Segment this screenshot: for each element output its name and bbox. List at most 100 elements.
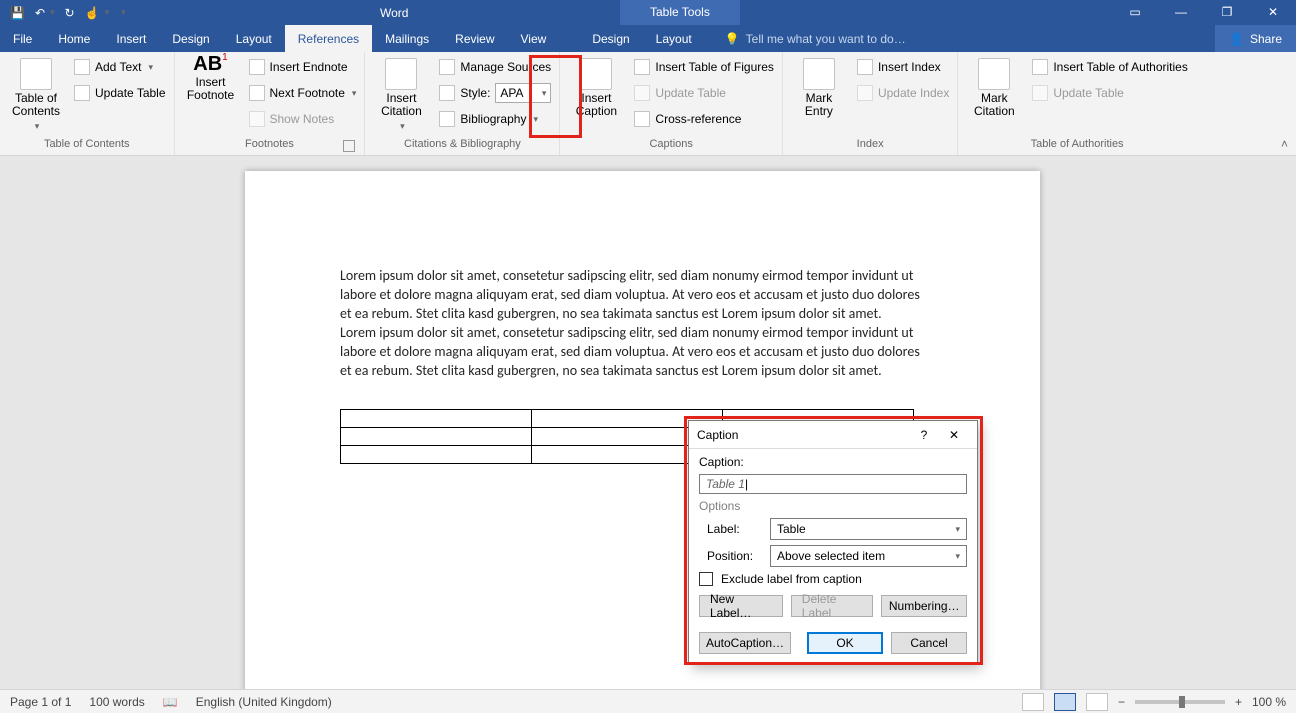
tab-review[interactable]: Review xyxy=(442,25,507,52)
delete-label-button: Delete Label xyxy=(791,595,874,617)
dialog-titlebar[interactable]: Caption ? ✕ xyxy=(689,421,977,449)
web-layout-button[interactable] xyxy=(1086,693,1108,711)
collapse-ribbon-button[interactable]: ˄ xyxy=(1281,137,1288,151)
share-icon: 👤 xyxy=(1229,32,1244,46)
insert-caption-button[interactable]: Insert Caption xyxy=(566,56,626,118)
position-label: Position: xyxy=(707,549,762,563)
exclude-label-checkbox[interactable] xyxy=(699,572,713,586)
cross-ref-icon xyxy=(634,111,650,127)
manage-sources-button[interactable]: Manage Sources xyxy=(437,56,553,78)
caption-input[interactable]: Table 1| xyxy=(699,474,967,494)
footnotes-launcher[interactable] xyxy=(343,140,355,152)
tab-file[interactable]: File xyxy=(0,25,45,52)
show-notes-icon xyxy=(249,111,265,127)
group-label-toa: Table of Authorities xyxy=(964,135,1190,155)
cancel-button[interactable]: Cancel xyxy=(891,632,967,654)
group-captions: Insert Caption Insert Table of Figures U… xyxy=(560,52,783,155)
tell-me-search[interactable]: 💡 Tell me what you want to do… xyxy=(705,25,1215,52)
redo-button[interactable]: ↻ xyxy=(65,6,75,20)
insert-endnote-button[interactable]: Insert Endnote xyxy=(247,56,359,78)
cross-reference-button[interactable]: Cross-reference xyxy=(632,108,776,130)
zoom-level[interactable]: 100 % xyxy=(1252,695,1286,709)
mark-entry-button[interactable]: Mark Entry xyxy=(789,56,849,118)
group-toa: Mark Citation Insert Table of Authoritie… xyxy=(958,52,1196,155)
options-group-label: Options xyxy=(699,499,967,513)
ribbon-display-options-button[interactable]: ▭ xyxy=(1112,0,1158,25)
bibliography-button[interactable]: Bibliography▾ xyxy=(437,108,553,130)
tab-insert[interactable]: Insert xyxy=(103,25,159,52)
share-label: Share xyxy=(1250,32,1282,46)
tab-design[interactable]: Design xyxy=(159,25,222,52)
tab-references[interactable]: References xyxy=(285,25,372,52)
mark-citation-button[interactable]: Mark Citation xyxy=(964,56,1024,118)
ribbon: Table of Contents ▾ Add Text▾ Update Tab… xyxy=(0,52,1296,156)
toc-icon xyxy=(20,58,52,90)
tab-mailings[interactable]: Mailings xyxy=(372,25,442,52)
update-toc-button[interactable]: Update Table xyxy=(72,82,168,104)
mark-citation-icon xyxy=(978,58,1010,90)
bibliography-icon xyxy=(439,111,455,127)
tab-layout[interactable]: Layout xyxy=(223,25,285,52)
update-icon xyxy=(74,85,90,101)
print-layout-button[interactable] xyxy=(1054,693,1076,711)
contextual-tab-title: Table Tools xyxy=(620,0,740,25)
next-footnote-button[interactable]: Next Footnote▾ xyxy=(247,82,359,104)
table-of-contents-button[interactable]: Table of Contents ▾ xyxy=(6,56,66,133)
tab-view[interactable]: View xyxy=(508,25,560,52)
add-text-button[interactable]: Add Text▾ xyxy=(72,56,168,78)
group-toc: Table of Contents ▾ Add Text▾ Update Tab… xyxy=(0,52,175,155)
group-label-toc: Table of Contents xyxy=(6,135,168,155)
tell-me-placeholder: Tell me what you want to do… xyxy=(746,32,906,46)
zoom-slider[interactable] xyxy=(1135,700,1225,704)
dialog-close-button[interactable]: ✕ xyxy=(939,428,969,442)
group-label-footnotes: Footnotes xyxy=(181,135,359,155)
insert-footnote-button[interactable]: AB1 Insert Footnote xyxy=(181,56,241,102)
autocaption-button[interactable]: AutoCaption… xyxy=(699,632,791,654)
tof-icon xyxy=(634,59,650,75)
insert-index-button[interactable]: Insert Index xyxy=(855,56,951,78)
ribbon-tabs: File Home Insert Design Layout Reference… xyxy=(0,25,1296,52)
zoom-out-button[interactable]: − xyxy=(1118,695,1125,709)
dialog-help-button[interactable]: ? xyxy=(909,428,939,442)
proofing-icon[interactable]: 📖 xyxy=(163,695,178,709)
title-bar: 💾 ↶▾ ↻ ☝▾ ▾ Word Table Tools ▭ — ❐ ✕ xyxy=(0,0,1296,25)
numbering-button[interactable]: Numbering… xyxy=(881,595,967,617)
close-button[interactable]: ✕ xyxy=(1250,0,1296,25)
update-index-icon xyxy=(857,85,873,101)
tab-table-layout[interactable]: Layout xyxy=(643,25,705,52)
group-label-captions: Captions xyxy=(566,135,776,155)
insert-index-icon xyxy=(857,59,873,75)
label-label: Label: xyxy=(707,522,762,536)
language-indicator[interactable]: English (United Kingdom) xyxy=(196,695,332,709)
ok-button[interactable]: OK xyxy=(807,632,883,654)
minimize-button[interactable]: — xyxy=(1158,0,1204,25)
label-select[interactable]: Table▾ xyxy=(770,518,967,540)
mark-entry-icon xyxy=(803,58,835,90)
position-select[interactable]: Above selected item▾ xyxy=(770,545,967,567)
share-button[interactable]: 👤 Share xyxy=(1215,25,1296,52)
restore-button[interactable]: ❐ xyxy=(1204,0,1250,25)
caption-field-label: Caption: xyxy=(699,455,967,469)
document-area[interactable]: Lorem ipsum dolor sit amet, consetetur s… xyxy=(0,156,1296,689)
zoom-thumb[interactable] xyxy=(1179,696,1185,708)
insert-citation-button[interactable]: Insert Citation ▾ xyxy=(371,56,431,133)
update-toa-icon xyxy=(1032,85,1048,101)
citation-style-select[interactable]: APA▾ xyxy=(495,83,551,103)
touch-mode-button[interactable]: ☝▾ xyxy=(85,6,109,20)
tab-table-design[interactable]: Design xyxy=(579,25,642,52)
tab-home[interactable]: Home xyxy=(45,25,103,52)
page-count[interactable]: Page 1 of 1 xyxy=(10,695,71,709)
new-label-button[interactable]: New Label… xyxy=(699,595,783,617)
undo-button[interactable]: ↶▾ xyxy=(35,6,55,20)
read-mode-button[interactable] xyxy=(1022,693,1044,711)
insert-table-of-figures-button[interactable]: Insert Table of Figures xyxy=(632,56,776,78)
qat-customize-button[interactable]: ▾ xyxy=(119,7,126,18)
zoom-in-button[interactable]: + xyxy=(1235,695,1242,709)
endnote-icon xyxy=(249,59,265,75)
group-footnotes: AB1 Insert Footnote Insert Endnote Next … xyxy=(175,52,366,155)
body-text[interactable]: Lorem ipsum dolor sit amet, consetetur s… xyxy=(340,266,920,380)
update-toa-button: Update Table xyxy=(1030,82,1190,104)
word-count[interactable]: 100 words xyxy=(89,695,144,709)
insert-toa-button[interactable]: Insert Table of Authorities xyxy=(1030,56,1190,78)
save-icon[interactable]: 💾 xyxy=(10,6,25,20)
